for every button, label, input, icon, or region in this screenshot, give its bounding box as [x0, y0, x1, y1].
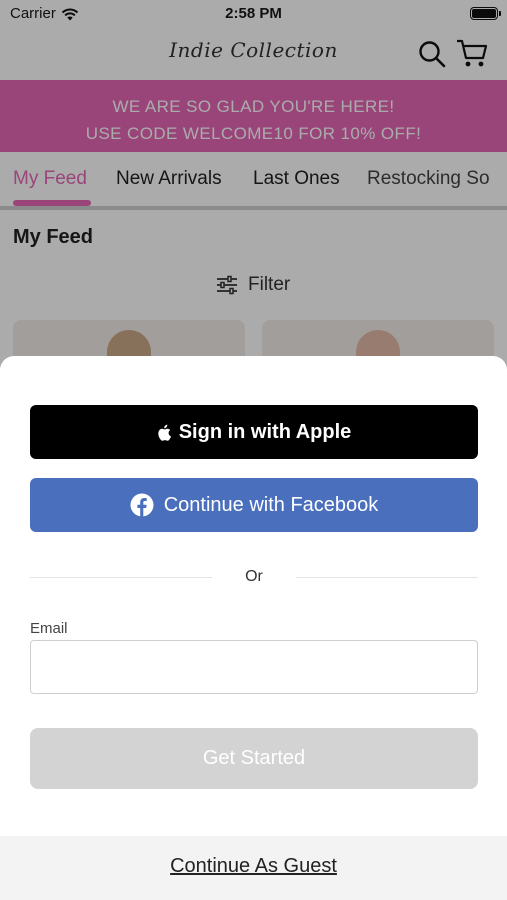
facebook-button-label: Continue with Facebook [163, 493, 379, 516]
or-divider: Or [30, 566, 478, 590]
continue-with-facebook-button[interactable]: Continue with Facebook [30, 478, 478, 532]
apple-icon [158, 424, 171, 441]
divider-line-right [296, 577, 478, 578]
apple-button-label: Sign in with Apple [178, 420, 352, 443]
email-label: Email [30, 620, 68, 637]
email-field[interactable] [30, 640, 478, 694]
sign-in-with-apple-button[interactable]: Sign in with Apple [30, 405, 478, 459]
guest-bar: Continue As Guest [0, 836, 507, 900]
continue-as-guest-link[interactable]: Continue As Guest [170, 855, 337, 878]
get-started-button[interactable]: Get Started [30, 728, 478, 789]
facebook-icon [130, 493, 154, 517]
sign-in-sheet: Sign in with Apple Continue with Faceboo… [0, 356, 507, 900]
